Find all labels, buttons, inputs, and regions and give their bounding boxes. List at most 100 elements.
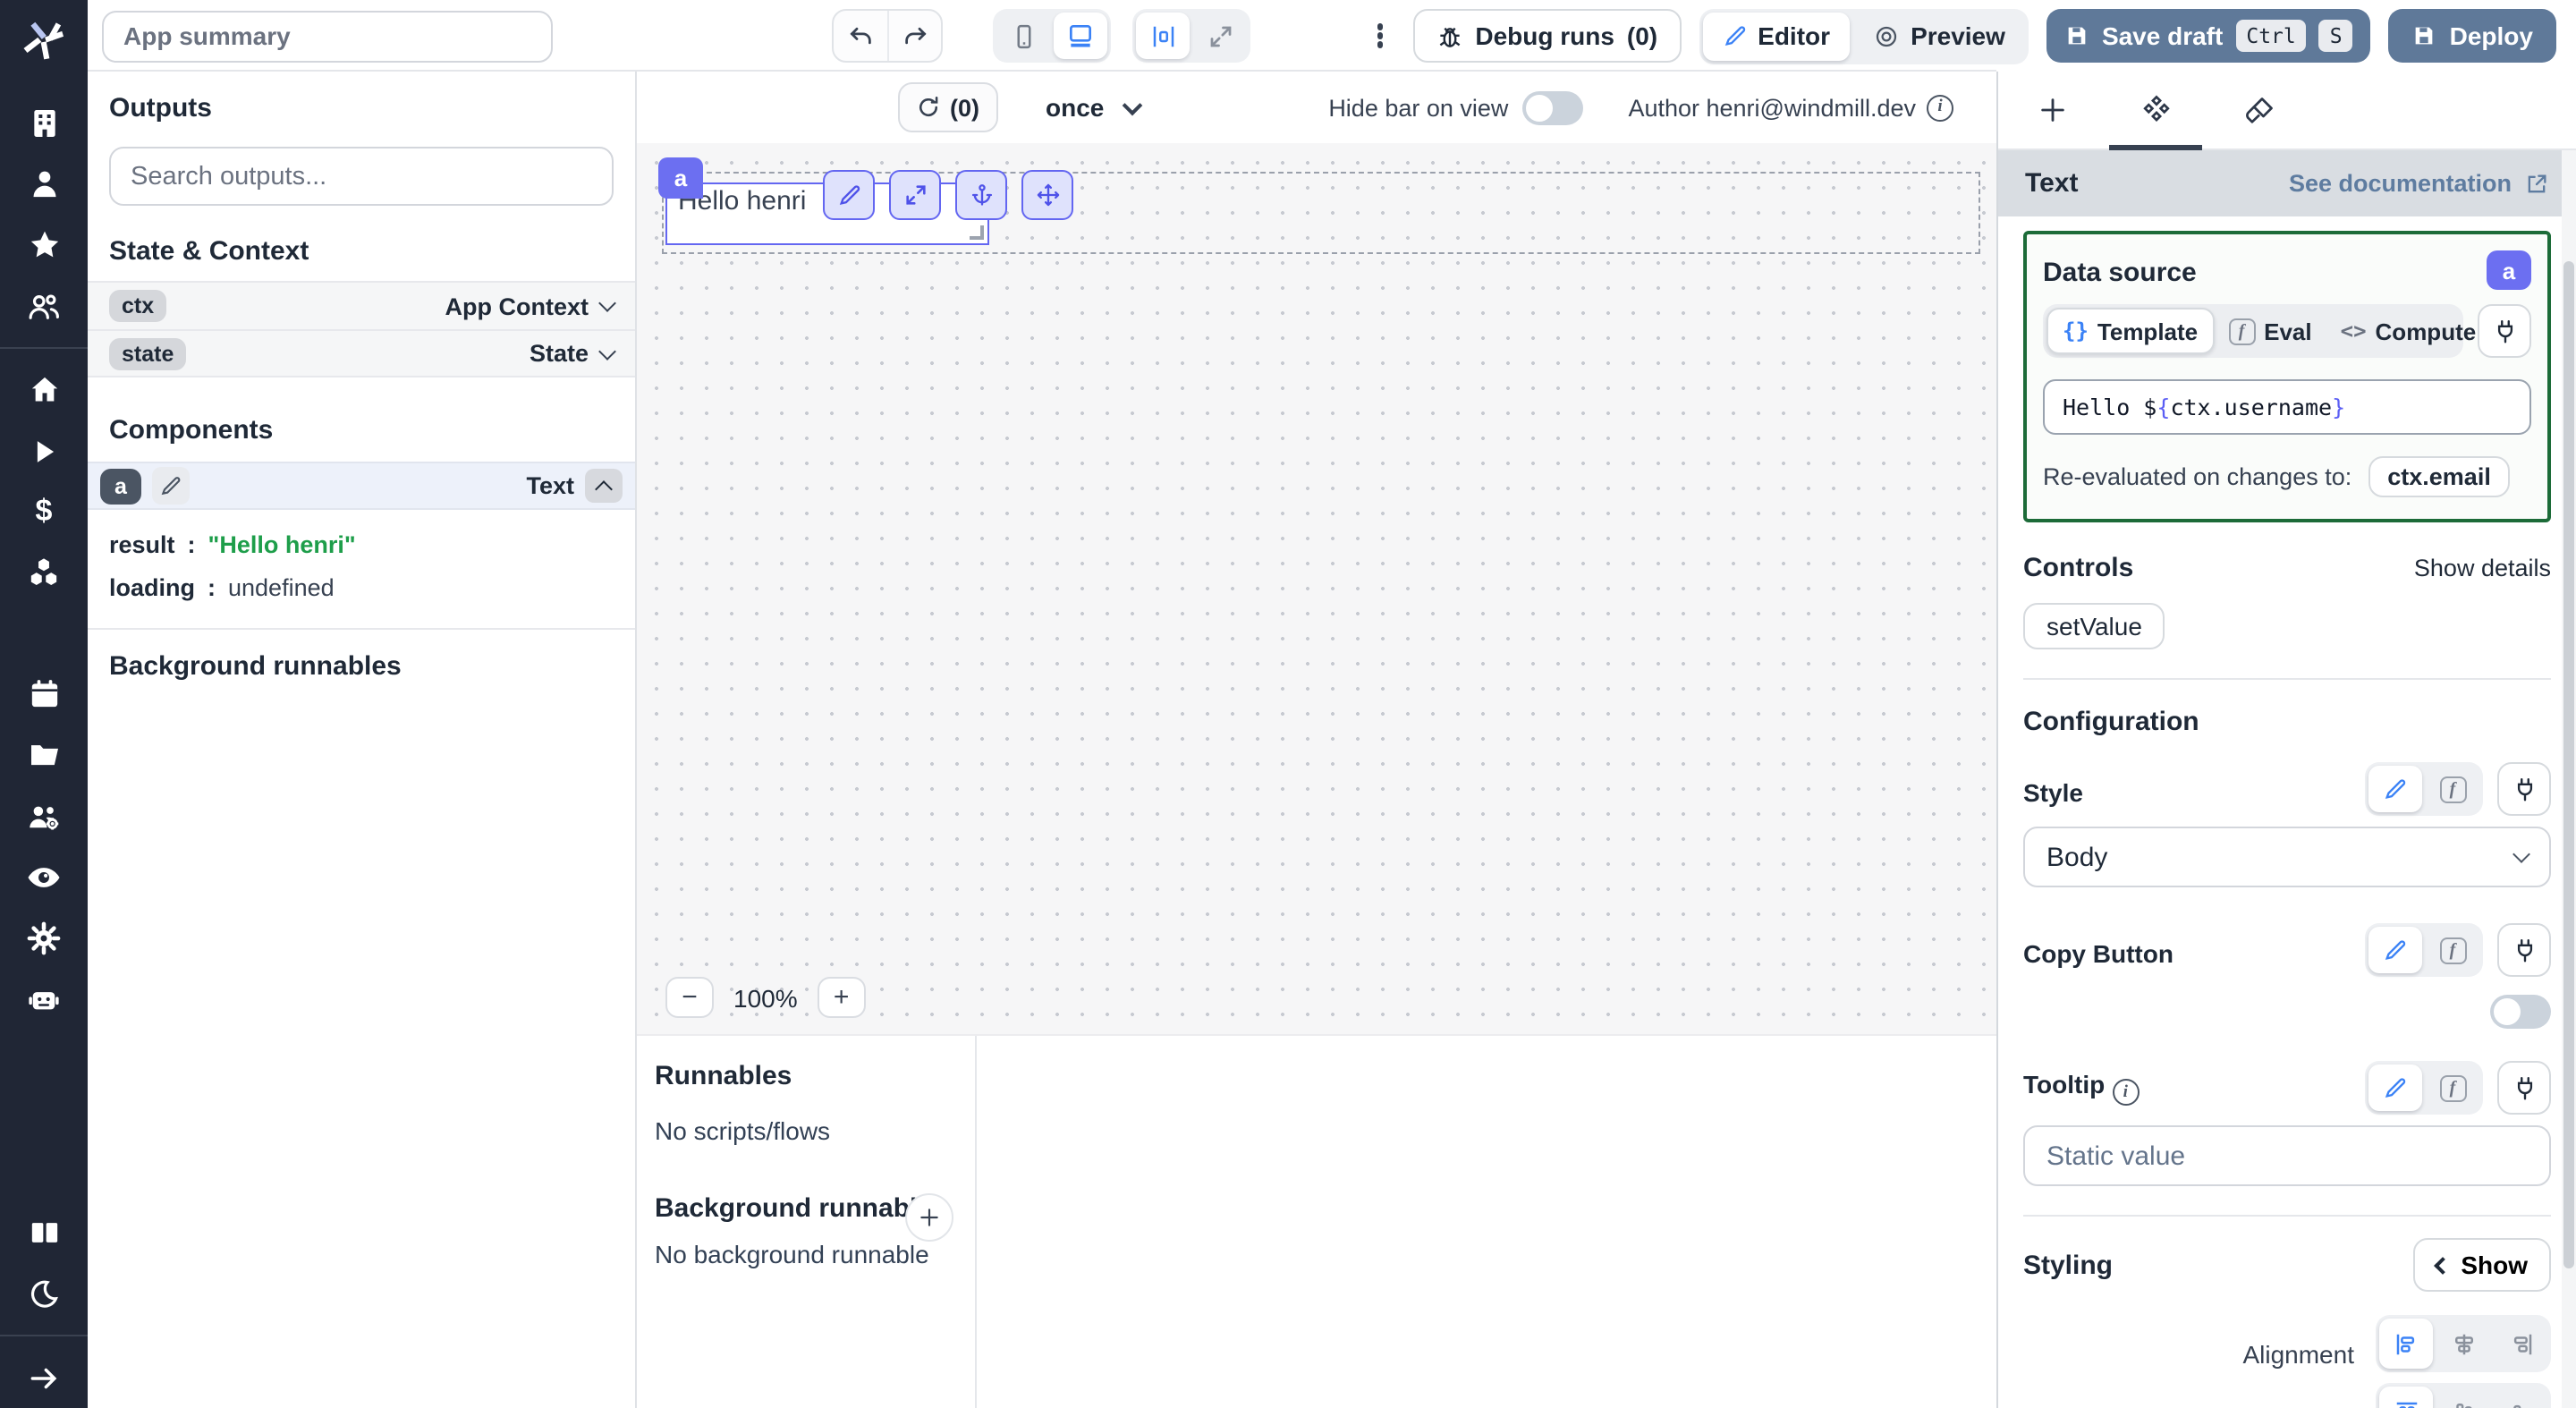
runs-play-icon[interactable] [0,420,88,481]
scrollbar[interactable] [2562,150,2576,1408]
state-type-label: State [530,340,589,367]
deploy-button[interactable]: Deploy [2389,9,2556,63]
template-code-input[interactable]: Hello ${ctx.username} [2043,379,2531,435]
connect-plug-button[interactable] [2497,762,2551,816]
preview-tab[interactable]: Preview [1853,12,2025,60]
undo-button[interactable] [834,11,887,61]
info-icon[interactable]: i [1927,94,1953,121]
compute-tab[interactable]: <> Compute [2326,308,2491,354]
reevaluated-label: Re-evaluated on changes to: [2043,463,2351,490]
pencil-icon [2383,776,2408,802]
audit-eye-icon[interactable] [0,846,88,907]
more-options-kebab[interactable] [1364,11,1396,61]
collapse-component-button[interactable] [585,469,623,503]
component-id-tab[interactable]: a [658,157,703,199]
copy-button-toggle[interactable] [2490,995,2551,1029]
eval-fn-button[interactable]: f [2426,927,2479,973]
ctx-email-chip[interactable]: ctx.email [2368,456,2511,497]
static-edit-button[interactable] [2368,927,2422,973]
connect-plug-button[interactable] [2497,1061,2551,1115]
zoom-in-button[interactable]: + [818,977,866,1018]
expand-button[interactable] [889,170,941,220]
align-bottom-button[interactable] [2494,1387,2547,1408]
eval-tab[interactable]: f Eval [2214,308,2326,354]
style-select[interactable]: Body [2023,827,2551,887]
groups-icon[interactable] [0,276,88,336]
state-row[interactable]: state State [88,329,635,377]
refresh-app-button[interactable]: (0) [898,82,997,132]
schedules-calendar-icon[interactable] [0,664,88,725]
paintbrush-icon [2243,94,2275,126]
center-content-button[interactable] [1136,13,1190,59]
edit-pencil-button[interactable] [823,170,875,220]
user-icon[interactable] [0,154,88,215]
component-settings-tab[interactable] [2127,72,2184,149]
align-center-h-button[interactable] [2436,1319,2490,1369]
run-mode-dropdown[interactable]: once [1046,93,1140,122]
redo-button[interactable] [887,11,941,61]
app-canvas[interactable]: Hello henri a [637,143,1996,1034]
component-id-badge: a [100,468,141,504]
setvalue-chip[interactable]: setValue [2023,603,2165,649]
show-details-link[interactable]: Show details [2414,555,2551,581]
styling-show-button[interactable]: Show [2412,1238,2551,1292]
output-result-row[interactable]: result : "Hello henri" [109,526,614,564]
fullscreen-button[interactable] [1193,13,1247,59]
resize-handle[interactable] [970,225,984,240]
workspace-icon[interactable] [0,93,88,154]
connect-plug-button[interactable] [2478,304,2531,358]
static-edit-button[interactable] [2368,1064,2422,1111]
eval-fn-button[interactable]: f [2426,766,2479,812]
collapse-arrow-icon[interactable] [0,1347,88,1408]
theme-brush-tab[interactable] [2231,72,2288,149]
variables-dollar-icon[interactable]: $ [0,481,88,542]
add-component-tab[interactable] [2023,72,2080,149]
code-icon: <> [2341,318,2367,344]
pencil-icon [2383,1075,2408,1100]
debug-runs-button[interactable]: Debug runs (0) [1412,9,1681,63]
static-edit-button[interactable] [2368,766,2422,812]
eval-fn-button[interactable]: f [2426,1064,2479,1111]
ai-robot-icon[interactable] [0,968,88,1029]
horizontal-align-group [2376,1315,2551,1372]
edit-component-button[interactable] [152,467,190,505]
scrollbar-thumb[interactable] [2563,261,2574,1268]
connect-plug-button[interactable] [2497,923,2551,977]
add-background-runnable-button[interactable] [905,1193,953,1242]
mobile-view-button[interactable] [996,13,1050,59]
template-tab[interactable]: {} Template [2046,308,2214,354]
move-button[interactable] [1021,170,1073,220]
align-center-h-icon [2450,1330,2477,1357]
tooltip-input[interactable] [2023,1125,2551,1186]
settings-scroll-area[interactable]: Data source a {} Template f [1998,216,2576,1408]
workers-users-gear-icon[interactable] [0,785,88,846]
output-loading-row[interactable]: loading : undefined [109,569,614,606]
info-icon[interactable]: i [2112,1079,2139,1106]
folders-icon[interactable] [0,725,88,785]
save-draft-button[interactable]: Save draft Ctrl S [2046,9,2371,63]
docs-books-icon[interactable] [0,1202,88,1263]
align-right-button[interactable] [2494,1319,2547,1369]
align-top-button[interactable] [2379,1387,2433,1408]
anchor-button[interactable] [955,170,1007,220]
zoom-out-button[interactable]: − [665,977,714,1018]
app-summary-input[interactable] [102,10,553,62]
configuration-title: Configuration [2023,707,2199,737]
hide-bar-toggle[interactable] [1522,90,1583,124]
component-list-item[interactable]: a Text [88,462,635,510]
settings-gear-icon[interactable] [0,907,88,968]
favorites-star-icon[interactable] [0,215,88,276]
home-icon[interactable] [0,360,88,420]
align-middle-v-button[interactable] [2436,1387,2490,1408]
align-left-button[interactable] [2379,1319,2433,1369]
no-background-label: No background runnable [655,1240,975,1268]
see-documentation-link[interactable]: See documentation [2289,170,2549,197]
desktop-view-button[interactable] [1054,13,1107,59]
dark-mode-moon-icon[interactable] [0,1263,88,1324]
editor-tab[interactable]: Editor [1702,12,1850,60]
ctx-row[interactable]: ctx App Context [88,281,635,329]
windmill-logo[interactable] [20,16,68,64]
plug-icon [2511,1074,2538,1101]
search-outputs-input[interactable] [109,147,614,206]
resources-cubes-icon[interactable] [0,542,88,603]
